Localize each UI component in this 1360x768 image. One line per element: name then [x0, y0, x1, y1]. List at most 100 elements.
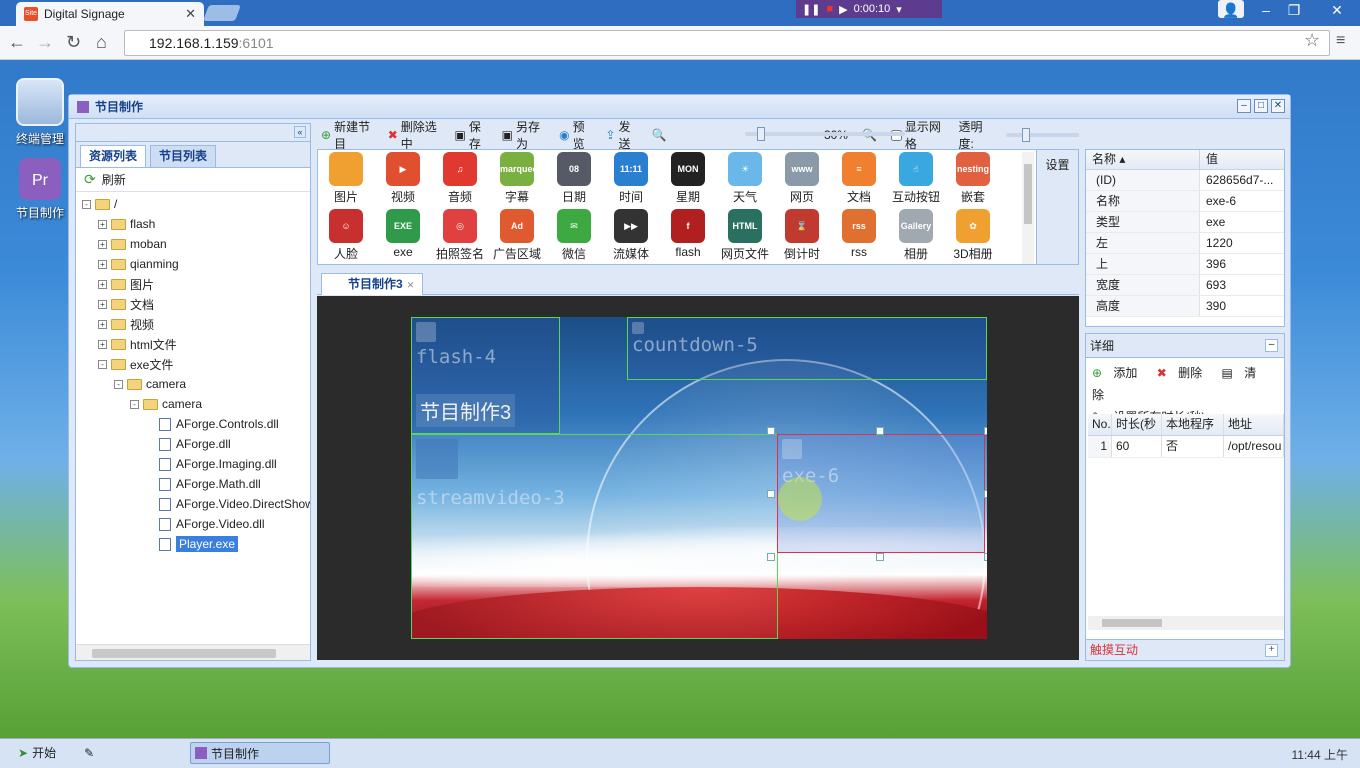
palette-item[interactable]: marquee 字幕 [489, 152, 545, 205]
horizontal-scrollbar[interactable] [76, 644, 310, 660]
palette-item[interactable]: ▶ 视频 [375, 152, 431, 205]
tree-folder[interactable]: + qianming [98, 254, 179, 274]
palette-item[interactable]: 08 日期 [546, 152, 602, 205]
resize-handle[interactable] [984, 427, 987, 435]
column-header[interactable]: 地址 [1224, 414, 1284, 435]
delete-button[interactable]: ✖ 删除 [1157, 366, 1210, 380]
tree-file[interactable]: AForge.Imaging.dll [146, 454, 277, 474]
property-row[interactable]: 类型 exe [1086, 212, 1284, 233]
tree-folder[interactable]: - / [82, 194, 117, 214]
property-row[interactable]: 宽度 693 [1086, 275, 1284, 296]
collapse-icon[interactable]: – [1265, 339, 1278, 352]
browser-menu-icon[interactable]: ≡ [1336, 32, 1345, 50]
close-window-icon[interactable]: ✕ [1320, 0, 1354, 22]
tree-folder[interactable]: - exe文件 [98, 354, 173, 374]
property-value[interactable]: exe-6 [1200, 191, 1236, 211]
palette-item[interactable]: MON 星期 [660, 152, 716, 205]
preview-button[interactable]: ◉ 预览 [559, 118, 591, 152]
start-button[interactable]: ➤ 开始 ✎ [18, 744, 94, 761]
tree-folder[interactable]: + 视频 [98, 314, 154, 334]
taskbar-item[interactable]: 节目制作 [190, 742, 330, 764]
desktop-icon-terminal[interactable]: 终端管理 [12, 78, 68, 147]
minimize-icon[interactable]: – [1252, 0, 1280, 22]
expand-toggle-icon[interactable]: - [82, 199, 91, 209]
property-value[interactable]: 1220 [1200, 233, 1233, 253]
property-row[interactable]: 名称 exe-6 [1086, 191, 1284, 212]
save-button[interactable]: ▣ 保存 [454, 118, 487, 152]
zoom-slider[interactable] [745, 127, 905, 141]
expand-icon[interactable]: + [1265, 644, 1278, 657]
opacity-slider[interactable] [1006, 128, 1079, 142]
window-minimize-button[interactable]: – [1237, 99, 1251, 113]
tree-folder[interactable]: + flash [98, 214, 155, 234]
program-stage[interactable]: flash-4 节目制作3 countdown-5 streamvideo-3 … [411, 317, 987, 639]
expand-toggle-icon[interactable]: + [98, 239, 107, 249]
table-row[interactable]: 1 60 否/opt/resou [1088, 436, 1284, 458]
edit-icon[interactable]: ✎ [84, 746, 94, 760]
tree-file[interactable]: Player.exe [146, 534, 239, 554]
property-value[interactable]: 396 [1200, 254, 1226, 274]
bookmark-star-icon[interactable]: ☆ [1304, 30, 1320, 51]
col-name[interactable]: 名称 ▴ [1086, 150, 1200, 169]
detail-scrollbar[interactable] [1088, 616, 1284, 630]
palette-item[interactable]: EXE exe [375, 209, 431, 259]
palette-item[interactable]: f flash [660, 209, 716, 259]
palette-item[interactable]: ▶▶ 流媒体 [603, 209, 659, 262]
close-tab-icon[interactable]: ✕ [407, 280, 415, 290]
pause-icon[interactable]: ❚❚ [802, 3, 820, 16]
expand-toggle-icon[interactable]: - [130, 399, 139, 409]
property-value[interactable]: exe [1200, 212, 1225, 232]
resize-handle[interactable] [984, 490, 987, 498]
property-value[interactable]: 693 [1200, 275, 1226, 295]
refresh-button[interactable]: ⟳ 刷新 [76, 168, 310, 192]
palette-item[interactable]: Gallery 相册 [888, 209, 944, 262]
tab-program-list[interactable]: 节目列表 [150, 145, 217, 167]
tree-folder[interactable]: - camera [114, 374, 186, 394]
window-maximize-button[interactable]: □ [1254, 99, 1268, 113]
tree-folder[interactable]: + html文件 [98, 334, 177, 354]
expand-toggle-icon[interactable]: + [98, 219, 107, 229]
expand-toggle-icon[interactable]: - [98, 359, 107, 369]
play-icon[interactable]: ▶ [839, 3, 847, 16]
palette-item[interactable]: www 网页 [774, 152, 830, 205]
resize-handle[interactable] [767, 553, 775, 561]
resize-handle[interactable] [767, 490, 775, 498]
settings-tab[interactable]: 设置 [1037, 149, 1079, 265]
palette-item[interactable]: ✿ 3D相册 [945, 209, 1001, 262]
user-icon[interactable]: 👤 [1218, 0, 1244, 18]
tree-folder[interactable]: + 图片 [98, 274, 154, 294]
tree-folder[interactable]: + 文档 [98, 294, 154, 314]
tree-file[interactable]: AForge.Video.dll [146, 514, 265, 534]
expand-toggle-icon[interactable]: + [98, 319, 107, 329]
close-tab-icon[interactable]: ✕ [185, 6, 196, 22]
tab-program[interactable]: 节目制作3 ✕ [321, 273, 424, 295]
expand-toggle-icon[interactable]: + [98, 279, 107, 289]
back-icon[interactable]: ← [8, 32, 26, 53]
tree-file[interactable]: AForge.dll [146, 434, 231, 454]
property-row[interactable]: 上 396 [1086, 254, 1284, 275]
property-row[interactable]: (ID) 628656d7-... [1086, 170, 1284, 191]
reload-icon[interactable]: ↻ [66, 32, 81, 53]
region-flash[interactable]: flash-4 节目制作3 [411, 317, 560, 434]
palette-item[interactable]: ☝ 互动按钮 [888, 152, 944, 205]
window-close-button[interactable]: ✕ [1271, 99, 1285, 113]
add-button[interactable]: ⊕ 添加 [1092, 366, 1145, 380]
palette-item[interactable]: Ad 广告区域 [489, 209, 545, 262]
collapse-left-icon[interactable]: « [294, 126, 306, 138]
property-value[interactable]: 390 [1200, 296, 1226, 316]
resize-handle[interactable] [984, 553, 987, 561]
expand-toggle-icon[interactable]: - [114, 379, 123, 389]
palette-item[interactable]: 11:11 时间 [603, 152, 659, 205]
expand-toggle-icon[interactable]: + [98, 259, 107, 269]
expand-toggle-icon[interactable]: + [98, 299, 107, 309]
media-menu-icon[interactable]: ▾ [896, 3, 902, 16]
palette-item[interactable]: nesting 嵌套 [945, 152, 1001, 205]
browser-tab[interactable]: Site Digital Signage ✕ [16, 2, 204, 26]
resize-handle[interactable] [876, 553, 884, 561]
home-icon[interactable]: ⌂ [96, 32, 107, 53]
column-header[interactable]: 本地程序 [1162, 414, 1224, 435]
resize-handle[interactable] [876, 427, 884, 435]
region-countdown[interactable]: countdown-5 [627, 317, 987, 380]
palette-item[interactable]: HTML 网页文件 [717, 209, 773, 262]
stop-icon[interactable]: ■ [826, 3, 833, 15]
